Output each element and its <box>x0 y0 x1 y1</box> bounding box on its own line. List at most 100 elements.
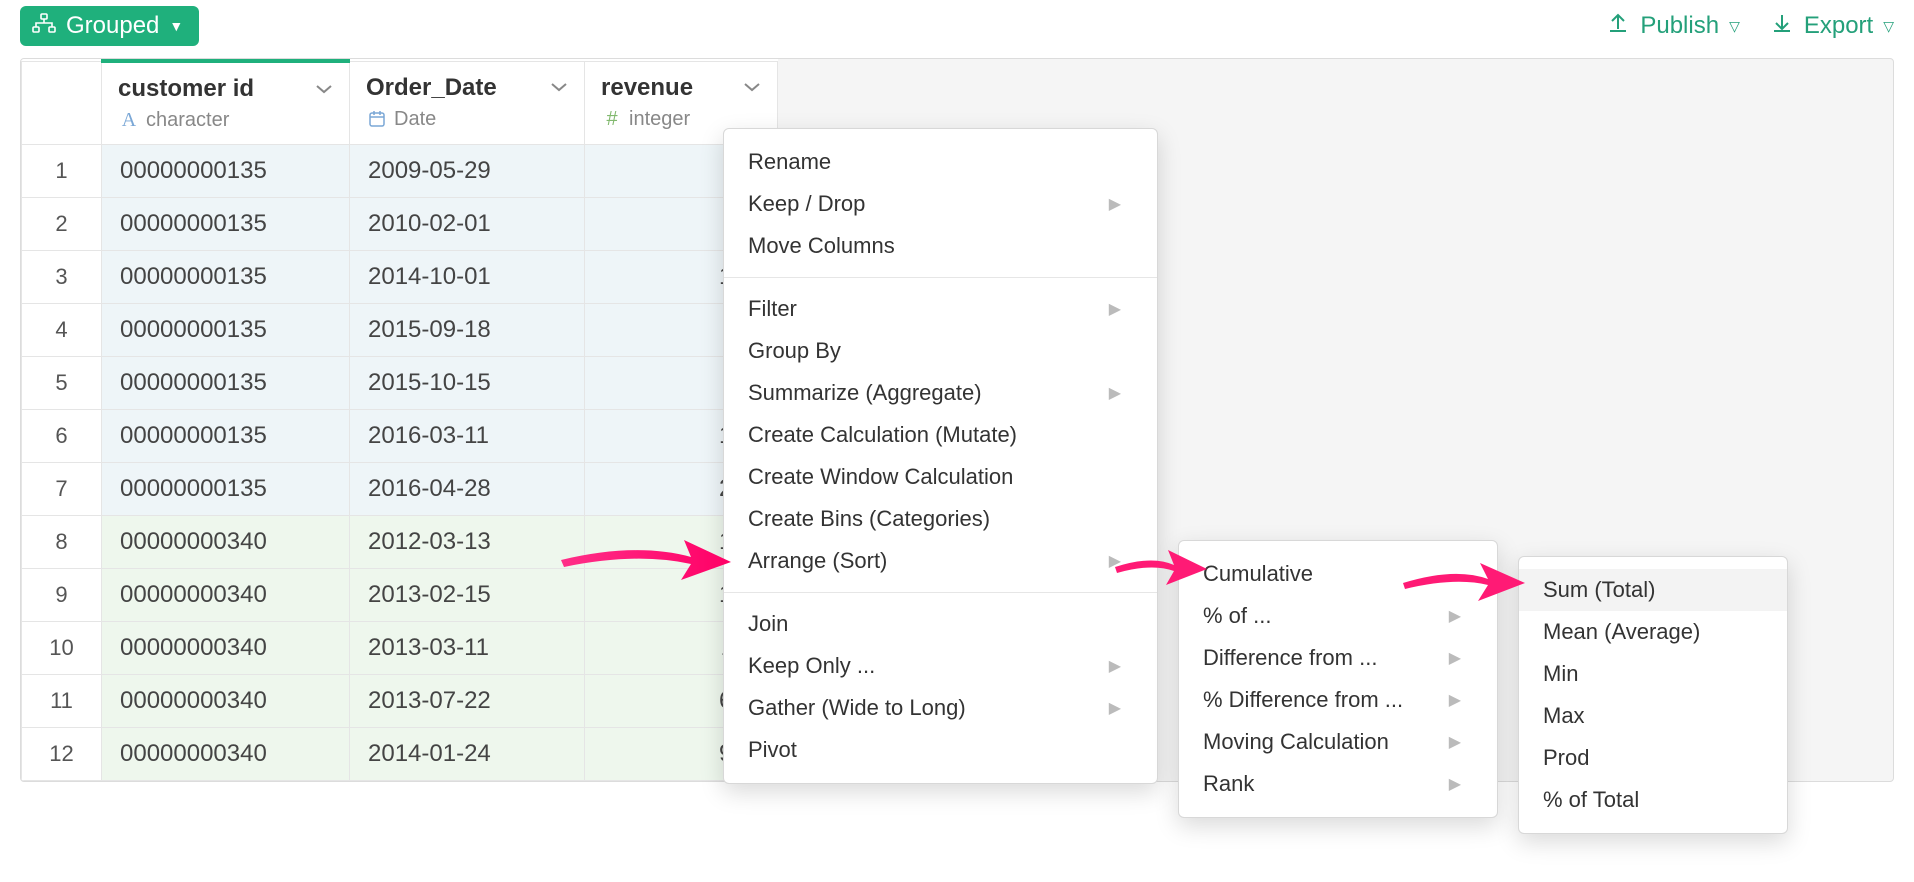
cell-order-date[interactable]: 2010-02-01 <box>350 198 585 251</box>
cell-customer-id[interactable]: 00000000340 <box>102 569 350 622</box>
column-type: integer <box>629 108 690 131</box>
caret-down-icon: ▽ <box>1729 18 1740 35</box>
menu-max[interactable]: Max <box>1519 695 1787 737</box>
table-row[interactable]: 9000000003402013-02-15177 <box>22 569 778 622</box>
table-row[interactable]: 4000000001352015-09-1876 <box>22 304 778 357</box>
column-type: Date <box>394 108 436 131</box>
row-number: 5 <box>22 357 102 410</box>
chevron-down-icon[interactable] <box>315 78 333 101</box>
table-row[interactable]: 8000000003402012-03-13189 <box>22 516 778 569</box>
menu-move-columns[interactable]: Move Columns <box>724 225 1157 267</box>
grouped-label: Grouped <box>66 12 159 40</box>
export-button[interactable]: Export ▽ <box>1770 11 1894 42</box>
row-number: 2 <box>22 198 102 251</box>
row-number: 8 <box>22 516 102 569</box>
menu-moving-calculation[interactable]: Moving Calculation▶ <box>1179 721 1497 763</box>
column-type: character <box>146 109 229 132</box>
cell-order-date[interactable]: 2014-10-01 <box>350 251 585 304</box>
cell-order-date[interactable]: 2012-03-13 <box>350 516 585 569</box>
column-context-menu: Rename Keep / Drop▶ Move Columns Filter▶… <box>723 128 1158 784</box>
table-row[interactable]: 2000000001352010-02-0190 <box>22 198 778 251</box>
menu-separator <box>724 592 1157 593</box>
cell-customer-id[interactable]: 00000000135 <box>102 251 350 304</box>
chevron-down-icon[interactable] <box>743 76 761 99</box>
cell-order-date[interactable]: 2014-01-24 <box>350 728 585 781</box>
menu-sum-total[interactable]: Sum (Total) <box>1519 569 1787 611</box>
cell-order-date[interactable]: 2015-09-18 <box>350 304 585 357</box>
menu-prod[interactable]: Prod <box>1519 737 1787 779</box>
table-row[interactable]: 7000000001352016-04-28272 <box>22 463 778 516</box>
menu-create-window-calculation[interactable]: Create Window Calculation <box>724 456 1157 498</box>
column-name: customer id <box>118 75 254 103</box>
cumulative-submenu: Sum (Total) Mean (Average) Min Max Prod … <box>1518 556 1788 834</box>
cell-customer-id[interactable]: 00000000340 <box>102 728 350 781</box>
menu-cumulative[interactable]: Cumulative <box>1179 553 1497 595</box>
menu-mean-average[interactable]: Mean (Average) <box>1519 611 1787 653</box>
menu-separator <box>724 277 1157 278</box>
chevron-right-icon: ▶ <box>1449 648 1461 668</box>
menu-min[interactable]: Min <box>1519 653 1787 695</box>
toolbar: Grouped ▼ Publish ▽ Export ▽ <box>0 0 1914 58</box>
menu-pct-of-total[interactable]: % of Total <box>1519 779 1787 821</box>
text-type-icon: A <box>118 109 140 132</box>
date-type-icon <box>366 110 388 128</box>
cell-customer-id[interactable]: 00000000135 <box>102 463 350 516</box>
menu-keep-only[interactable]: Keep Only ...▶ <box>724 645 1157 687</box>
cell-customer-id[interactable]: 00000000340 <box>102 622 350 675</box>
menu-keep-drop[interactable]: Keep / Drop▶ <box>724 183 1157 225</box>
cell-customer-id[interactable]: 00000000340 <box>102 516 350 569</box>
table-row[interactable]: 11000000003402013-07-22636 <box>22 675 778 728</box>
row-number-header <box>22 61 102 145</box>
row-number: 7 <box>22 463 102 516</box>
row-number: 12 <box>22 728 102 781</box>
cell-order-date[interactable]: 2013-02-15 <box>350 569 585 622</box>
menu-summarize[interactable]: Summarize (Aggregate)▶ <box>724 372 1157 414</box>
menu-create-bins[interactable]: Create Bins (Categories) <box>724 498 1157 540</box>
menu-rename[interactable]: Rename <box>724 141 1157 183</box>
menu-gather[interactable]: Gather (Wide to Long)▶ <box>724 687 1157 729</box>
cell-customer-id[interactable]: 00000000135 <box>102 410 350 463</box>
cell-order-date[interactable]: 2013-07-22 <box>350 675 585 728</box>
chevron-right-icon: ▶ <box>1109 383 1121 403</box>
table-row[interactable]: 10000000003402013-03-11117 <box>22 622 778 675</box>
menu-create-calculation[interactable]: Create Calculation (Mutate) <box>724 414 1157 456</box>
menu-pivot[interactable]: Pivot <box>724 729 1157 771</box>
menu-group-by[interactable]: Group By <box>724 330 1157 372</box>
table-row[interactable]: 3000000001352014-10-01172 <box>22 251 778 304</box>
cell-customer-id[interactable]: 00000000340 <box>102 675 350 728</box>
table-row[interactable]: 5000000001352015-10-1576 <box>22 357 778 410</box>
menu-difference-from[interactable]: Difference from ...▶ <box>1179 637 1497 679</box>
menu-filter[interactable]: Filter▶ <box>724 288 1157 330</box>
cell-customer-id[interactable]: 00000000135 <box>102 357 350 410</box>
cell-order-date[interactable]: 2016-03-11 <box>350 410 585 463</box>
menu-rank[interactable]: Rank▶ <box>1179 763 1497 805</box>
cell-customer-id[interactable]: 00000000135 <box>102 198 350 251</box>
menu-arrange[interactable]: Arrange (Sort)▶ <box>724 540 1157 582</box>
cell-order-date[interactable]: 2016-04-28 <box>350 463 585 516</box>
publish-button[interactable]: Publish ▽ <box>1606 11 1740 42</box>
menu-join[interactable]: Join <box>724 603 1157 645</box>
cell-customer-id[interactable]: 00000000135 <box>102 304 350 357</box>
table-row[interactable]: 12000000003402014-01-24949 <box>22 728 778 781</box>
cell-customer-id[interactable]: 00000000135 <box>102 145 350 198</box>
chevron-down-icon[interactable] <box>550 76 568 99</box>
table-header-row: customer id A character <box>22 61 778 145</box>
download-icon <box>1770 11 1794 42</box>
tree-icon <box>32 12 56 40</box>
chevron-right-icon: ▶ <box>1109 194 1121 214</box>
cell-order-date[interactable]: 2013-03-11 <box>350 622 585 675</box>
column-header-customer-id[interactable]: customer id A character <box>102 61 350 145</box>
column-header-order-date[interactable]: Order_Date Date <box>350 61 585 145</box>
row-number: 3 <box>22 251 102 304</box>
menu-pct-difference-from[interactable]: % Difference from ...▶ <box>1179 679 1497 721</box>
cell-order-date[interactable]: 2015-10-15 <box>350 357 585 410</box>
table-row[interactable]: 6000000001352016-03-11137 <box>22 410 778 463</box>
column-name: Order_Date <box>366 74 497 102</box>
window-calc-submenu: Cumulative % of ...▶ Difference from ...… <box>1178 540 1498 818</box>
row-number: 11 <box>22 675 102 728</box>
menu-percent-of[interactable]: % of ...▶ <box>1179 595 1497 637</box>
cell-order-date[interactable]: 2009-05-29 <box>350 145 585 198</box>
table-row[interactable]: 1000000001352009-05-2967 <box>22 145 778 198</box>
export-label: Export <box>1804 12 1873 40</box>
grouped-button[interactable]: Grouped ▼ <box>20 6 199 46</box>
